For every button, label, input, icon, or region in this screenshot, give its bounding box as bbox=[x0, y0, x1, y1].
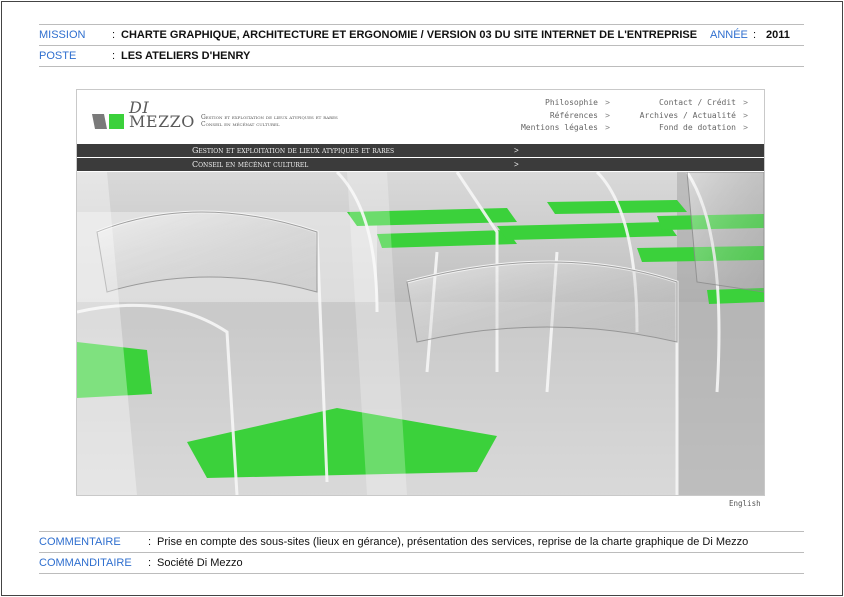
site-nav-left: Philosophie > Références > Mentions légale… bbox=[521, 97, 610, 135]
year-value: 2011 bbox=[766, 29, 790, 41]
comment-separator: : bbox=[148, 536, 152, 548]
logo-wordmark: DI MEZZO bbox=[129, 100, 195, 131]
chevron-right-icon: > bbox=[743, 110, 748, 120]
chevron-right-icon: > bbox=[743, 98, 748, 107]
footer-divider bbox=[39, 573, 804, 574]
logo-icon bbox=[92, 114, 124, 129]
chevron-right-icon: > bbox=[605, 110, 610, 120]
comment-value: Prise en compte des sous-sites (lieux en… bbox=[157, 536, 749, 548]
nav-link-contact[interactable]: Contact / Crédit > bbox=[640, 97, 748, 110]
nav-link-references[interactable]: Références > bbox=[521, 110, 610, 123]
poste-row: POSTE : LES ATELIERS D'HENRY bbox=[39, 45, 804, 66]
website-screenshot: DI MEZZO Gestion et exploitation de lieu… bbox=[76, 89, 765, 496]
language-link-english[interactable]: English bbox=[729, 499, 761, 508]
header-divider bbox=[39, 66, 804, 67]
nav-link-fond[interactable]: Fond de dotation > bbox=[640, 122, 748, 135]
mission-row: MISSION : CHARTE GRAPHIQUE, ARCHITECTURE… bbox=[39, 24, 804, 45]
site-tagline: Gestion et exploitation de lieux atypiqu… bbox=[201, 114, 338, 128]
year-label: ANNÉE bbox=[710, 29, 748, 41]
tagline-line1: Gestion et exploitation de lieux atypiqu… bbox=[201, 114, 338, 121]
menu-label-gestion: Gestion et exploitation de lieux atypiqu… bbox=[192, 146, 395, 155]
mission-label: MISSION bbox=[39, 29, 86, 41]
hero-photo-chairs bbox=[77, 172, 764, 495]
year-separator: : bbox=[753, 29, 757, 41]
menu-label-conseil: Conseil en mécénat culturel bbox=[192, 160, 309, 169]
poste-separator: : bbox=[112, 50, 116, 62]
chevron-right-icon: > bbox=[514, 146, 519, 155]
chevron-right-icon: > bbox=[743, 123, 748, 132]
poste-label: POSTE bbox=[39, 50, 77, 62]
poste-value: LES ATELIERS D'HENRY bbox=[121, 50, 251, 62]
client-value: Société Di Mezzo bbox=[157, 557, 243, 569]
client-row: COMMANDITAIRE : Société Di Mezzo bbox=[39, 552, 804, 573]
comment-row: COMMENTAIRE : Prise en compte des sous-s… bbox=[39, 531, 804, 552]
nav-link-archives[interactable]: Archives / Actualité > bbox=[640, 110, 748, 123]
nav-link-mentions[interactable]: Mentions légales > bbox=[521, 122, 610, 135]
mission-value: CHARTE GRAPHIQUE, ARCHITECTURE ET ERGONO… bbox=[121, 29, 698, 41]
tagline-line2: Conseil en mécénat culturel bbox=[201, 121, 280, 128]
chevron-right-icon: > bbox=[514, 160, 519, 169]
site-nav-right: Contact / Crédit > Archives / Actualité > … bbox=[640, 97, 748, 135]
mission-separator: : bbox=[112, 29, 116, 41]
menu-item-gestion[interactable]: Gestion et exploitation de lieux atypiqu… bbox=[77, 144, 764, 157]
client-separator: : bbox=[148, 557, 152, 569]
chevron-right-icon: > bbox=[605, 123, 610, 132]
client-label: COMMANDITAIRE bbox=[39, 557, 132, 569]
nav-link-philosophie[interactable]: Philosophie > bbox=[521, 97, 610, 110]
menu-item-conseil[interactable]: Conseil en mécénat culturel > bbox=[77, 158, 764, 171]
logo-line2: MEZZO bbox=[129, 112, 195, 131]
chevron-right-icon: > bbox=[605, 98, 610, 107]
comment-label: COMMENTAIRE bbox=[39, 536, 121, 548]
